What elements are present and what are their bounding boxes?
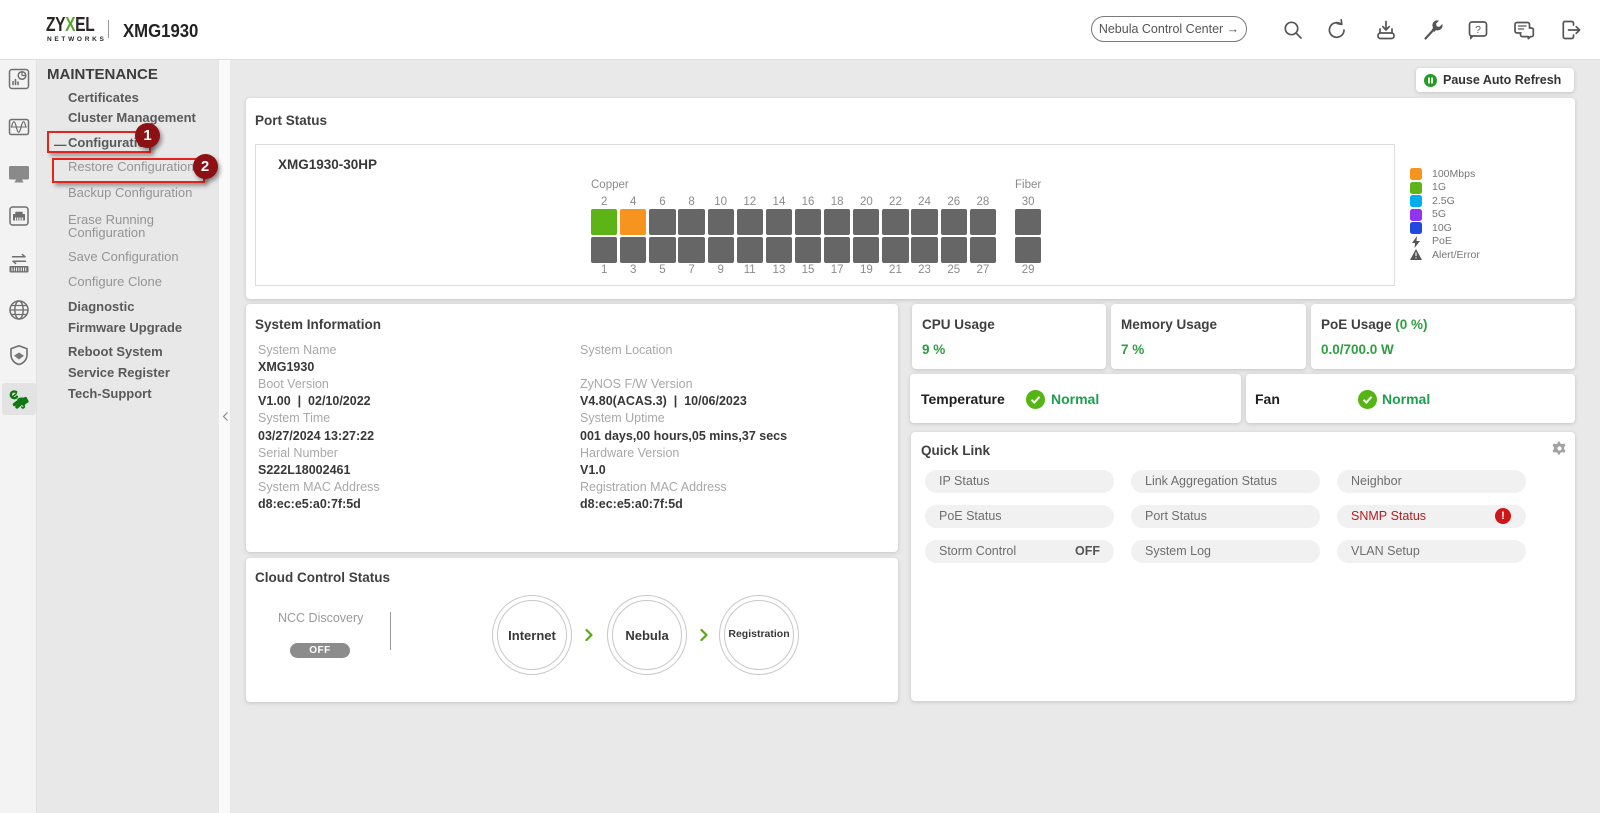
svg-text:?: ? — [1475, 24, 1481, 36]
